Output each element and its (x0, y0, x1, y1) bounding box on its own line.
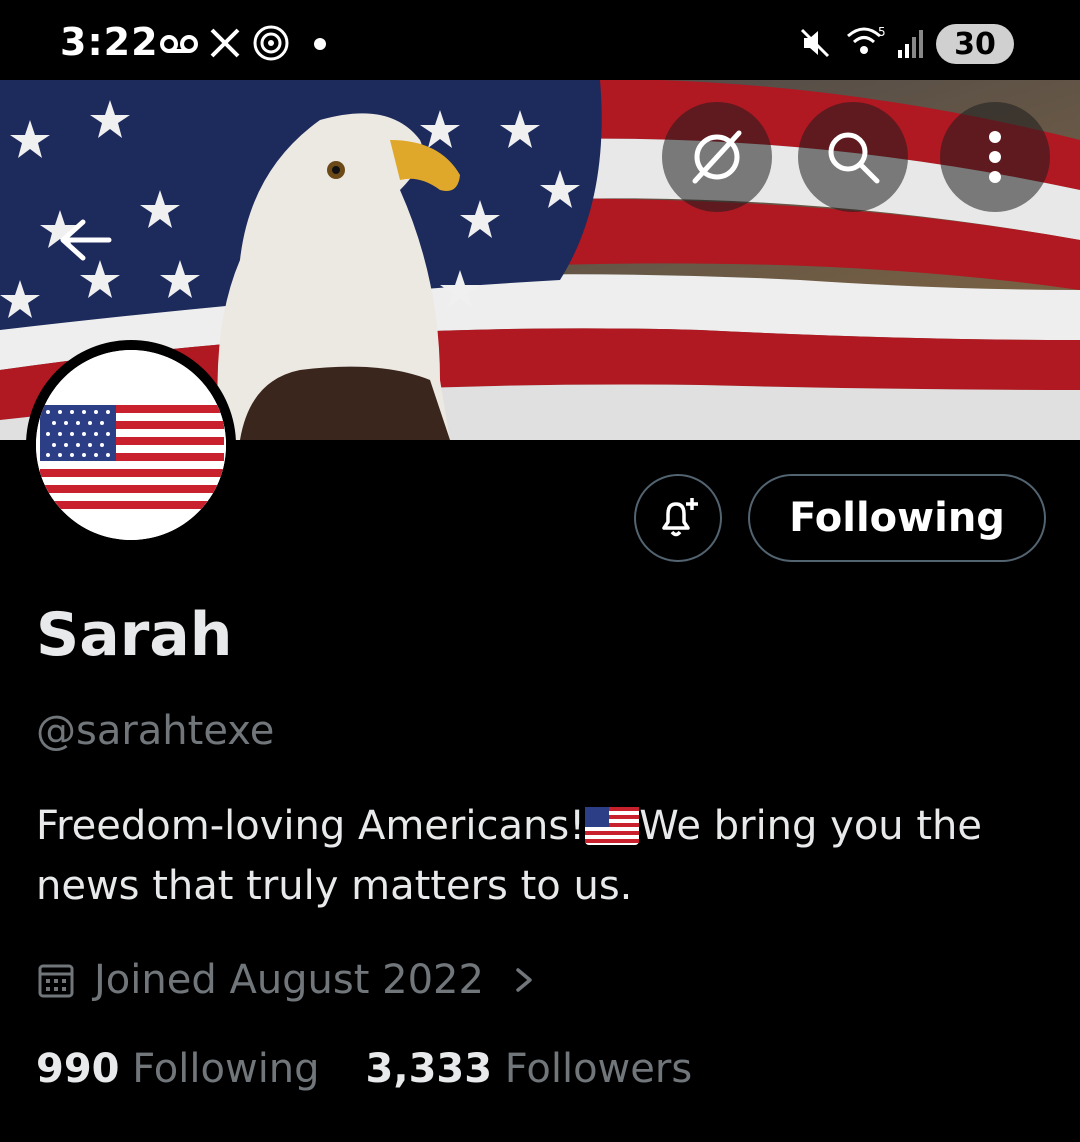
chevron-right-icon (516, 968, 532, 992)
avatar-image (36, 350, 226, 540)
back-arrow-icon (60, 219, 112, 261)
following-button[interactable]: Following (748, 474, 1046, 562)
more-icon (989, 131, 1001, 183)
followers-count: 3,333 (365, 1046, 493, 1092)
dot-icon (314, 38, 326, 50)
following-count: 990 (36, 1046, 120, 1092)
flag-us-icon (36, 350, 226, 540)
followers-stat[interactable]: 3,333 Followers (366, 1046, 693, 1092)
battery-icon: 30 (936, 24, 1014, 64)
profile-stats: 990 Following 3,333 Followers (36, 1046, 692, 1092)
svg-text:5: 5 (878, 25, 886, 39)
avatar[interactable] (26, 340, 236, 550)
notifications-button[interactable] (634, 474, 722, 562)
grok-icon (692, 130, 742, 184)
search-button[interactable] (798, 102, 908, 212)
signal-icon (898, 30, 923, 58)
mute-icon (800, 28, 830, 58)
bell-plus-icon (662, 498, 698, 537)
bio-text-1: Freedom-loving Americans! (36, 803, 586, 849)
wifi-icon: 5 (847, 25, 886, 54)
voicemail-icon (160, 35, 198, 53)
profile-name: Sarah (36, 600, 233, 670)
radar-icon (253, 25, 289, 61)
followers-label: Followers (504, 1046, 693, 1092)
status-time: 3:22 (60, 20, 159, 64)
back-button[interactable] (40, 200, 130, 280)
battery-level: 30 (954, 26, 996, 62)
profile-bio: Freedom-loving Americans! We bring you t… (36, 796, 1046, 916)
grok-button[interactable] (662, 102, 772, 212)
following-label: Following (132, 1046, 320, 1092)
following-stat[interactable]: 990 Following (36, 1046, 320, 1092)
joined-date[interactable]: Joined August 2022 (36, 950, 536, 1010)
x-app-icon (210, 28, 240, 58)
status-bar: 3:22 5 30 (0, 0, 1080, 80)
search-icon (828, 132, 880, 184)
calendar-icon (38, 964, 74, 998)
more-button[interactable] (940, 102, 1050, 212)
joined-text: Joined August 2022 (94, 957, 484, 1003)
profile-handle: @sarahtexe (36, 708, 275, 754)
flag-us-icon (585, 807, 640, 845)
